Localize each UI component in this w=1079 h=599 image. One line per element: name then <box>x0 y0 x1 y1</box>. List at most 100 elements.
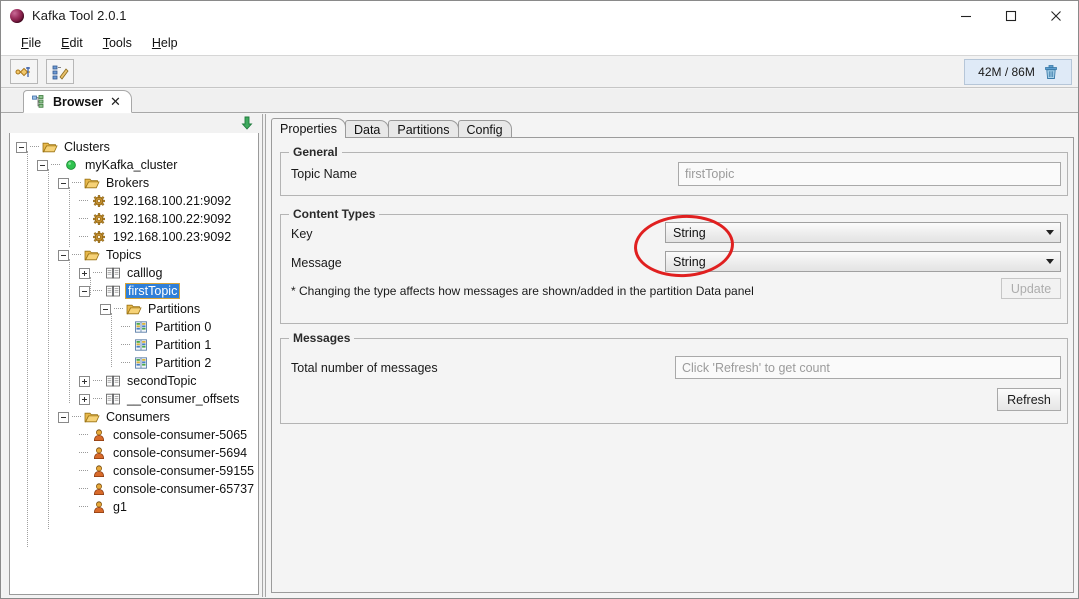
edit-cluster-button[interactable] <box>46 59 74 84</box>
consumer-icon <box>93 429 105 441</box>
tree-node-label: firstTopic <box>125 283 181 299</box>
collapse-icon[interactable] <box>100 303 111 315</box>
window-title: Kafka Tool 2.0.1 <box>32 8 127 23</box>
topic-name-field[interactable]: firstTopic <box>678 162 1061 186</box>
collapse-icon[interactable] <box>58 249 69 261</box>
tree-connector <box>121 362 130 364</box>
tree-node-consumer-5065[interactable]: console-consumer-5065 <box>10 426 258 444</box>
tree-node-label: Consumers <box>106 410 170 424</box>
consumer-icon <box>93 483 105 495</box>
tree-node-clusters[interactable]: Clusters <box>10 138 258 156</box>
collapse-icon[interactable] <box>37 159 48 171</box>
tree-node-consumer-5694[interactable]: console-consumer-5694 <box>10 444 258 462</box>
tree-connector <box>79 434 88 436</box>
tree-node-broker-21[interactable]: 192.168.100.21:9092 <box>10 192 258 210</box>
tab-browser-close-icon[interactable]: ✕ <box>110 95 121 108</box>
gear-icon <box>93 231 105 243</box>
minimize-button[interactable] <box>943 1 988 30</box>
tree-node-partition-1[interactable]: Partition 1 <box>10 336 258 354</box>
message-count-placeholder: Click 'Refresh' to get count <box>682 360 830 375</box>
message-type-dropdown[interactable]: String <box>665 251 1061 272</box>
menu-edit-label: dit <box>69 35 83 50</box>
expand-icon[interactable] <box>79 393 90 405</box>
key-type-value: String <box>673 225 706 240</box>
consumer-icon-wrapper <box>91 500 107 514</box>
update-button[interactable]: Update <box>1001 278 1061 299</box>
tab-browser-label: Browser <box>53 94 104 109</box>
connect-cluster-icon <box>15 66 30 77</box>
topic-detail-panel: Properties Data Partitions Config Genera… <box>267 114 1078 598</box>
memory-indicator[interactable]: 42M / 86M <box>964 59 1072 85</box>
message-count-field[interactable]: Click 'Refresh' to get count <box>675 356 1061 379</box>
gear-icon <box>93 213 105 225</box>
collapse-all-icon[interactable] <box>241 116 256 130</box>
collapse-icon[interactable] <box>79 285 90 297</box>
folder-open-icon <box>84 178 100 189</box>
partition-icon <box>135 339 147 351</box>
menu-help[interactable]: Help <box>142 34 188 52</box>
tree-node-label: Partition 1 <box>155 338 212 352</box>
tree-node-partition-0[interactable]: Partition 0 <box>10 318 258 336</box>
content-types-note: * Changing the type affects how messages… <box>291 284 754 298</box>
tree-node-topic-firsttopic[interactable]: firstTopic <box>10 282 258 300</box>
add-cluster-button[interactable] <box>10 59 38 84</box>
close-button[interactable] <box>1033 1 1078 30</box>
tree-connector <box>79 488 88 490</box>
collapse-icon[interactable] <box>58 177 69 189</box>
consumer-icon-wrapper <box>91 446 107 460</box>
tab-config-label: Config <box>466 122 503 137</box>
tree-node-label: Topics <box>106 248 142 262</box>
tree-node-broker-23[interactable]: 192.168.100.23:9092 <box>10 228 258 246</box>
trash-icon[interactable] <box>1044 64 1058 80</box>
consumer-icon <box>93 447 105 459</box>
partition-icon-wrapper <box>133 320 149 334</box>
tree-node-topic-consumer-offsets[interactable]: __consumer_offsets <box>10 390 258 408</box>
tree-node-consumer-65737[interactable]: console-consumer-65737 <box>10 480 258 498</box>
cluster-tree-panel: Clusters myKafka_cluster Brokers 192.168.10… <box>3 114 261 597</box>
tree-connector <box>51 164 60 166</box>
menu-edit[interactable]: Edit <box>51 34 93 52</box>
tree-connector <box>79 506 88 508</box>
collapse-icon[interactable] <box>58 411 69 423</box>
consumer-icon-wrapper <box>91 464 107 478</box>
tab-config[interactable]: Config <box>457 120 512 138</box>
tree-node-consumer-g1[interactable]: g1 <box>10 498 258 516</box>
tree-node-label: secondTopic <box>127 374 197 388</box>
menu-bar: File Edit Tools Help <box>1 30 1078 55</box>
tree-node-consumer-59155[interactable]: console-consumer-59155 <box>10 462 258 480</box>
tree-node-topics[interactable]: Topics <box>10 246 258 264</box>
consumer-icon <box>93 465 105 477</box>
refresh-button[interactable]: Refresh <box>997 388 1061 411</box>
cluster-tree[interactable]: Clusters myKafka_cluster Brokers 192.168.10… <box>9 133 259 595</box>
tree-connector <box>93 398 102 400</box>
tree-node-broker-22[interactable]: 192.168.100.22:9092 <box>10 210 258 228</box>
tab-partitions[interactable]: Partitions <box>388 120 459 138</box>
maximize-button[interactable] <box>988 1 1033 30</box>
tree-node-brokers[interactable]: Brokers <box>10 174 258 192</box>
tree-node-mykafka-cluster[interactable]: myKafka_cluster <box>10 156 258 174</box>
expand-icon[interactable] <box>79 267 90 279</box>
tree-node-consumers[interactable]: Consumers <box>10 408 258 426</box>
menu-file[interactable]: File <box>11 34 51 52</box>
panel-splitter[interactable] <box>262 114 266 597</box>
collapse-icon[interactable] <box>16 141 27 153</box>
tab-properties[interactable]: Properties <box>271 118 346 138</box>
menu-tools[interactable]: Tools <box>93 34 142 52</box>
topic-icon-wrapper <box>105 374 121 388</box>
tree-connector <box>72 182 81 184</box>
expand-icon[interactable] <box>79 375 90 387</box>
toolbar: 42M / 86M <box>1 55 1078 88</box>
tab-data-label: Data <box>353 122 381 137</box>
tree-node-partitions[interactable]: Partitions <box>10 300 258 318</box>
tab-browser[interactable]: Browser ✕ <box>23 90 132 113</box>
chevron-down-icon <box>1046 230 1054 235</box>
title-bar: Kafka Tool 2.0.1 <box>1 1 1078 30</box>
topic-name-label: Topic Name <box>291 167 357 181</box>
tab-data[interactable]: Data <box>344 120 390 138</box>
tree-connector <box>72 254 81 256</box>
tree-node-topic-calllog[interactable]: calllog <box>10 264 258 282</box>
tree-node-topic-secondtopic[interactable]: secondTopic <box>10 372 258 390</box>
tree-node-partition-2[interactable]: Partition 2 <box>10 354 258 372</box>
key-type-dropdown[interactable]: String <box>665 222 1061 243</box>
messages-group-title: Messages <box>289 331 355 345</box>
